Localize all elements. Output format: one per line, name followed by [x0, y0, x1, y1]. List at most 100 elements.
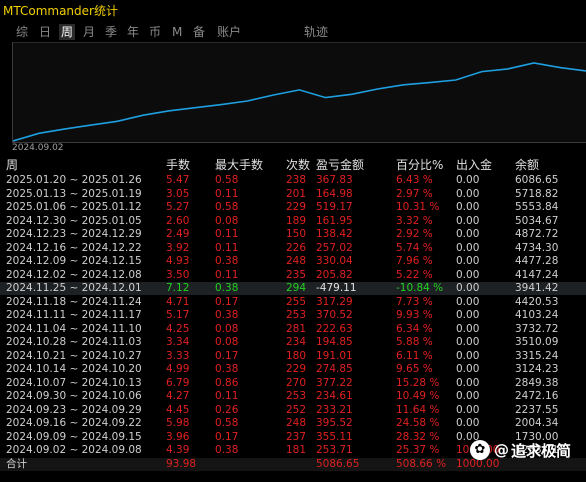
row-pct: -10.84 %: [396, 282, 444, 294]
row-period: 2024.10.14 ~ 2024.10.20: [6, 363, 142, 375]
row-balance: 5034.67: [515, 214, 559, 227]
tab-overview[interactable]: 综: [16, 24, 28, 40]
header-balance[interactable]: 余额: [515, 158, 539, 172]
table-row[interactable]: 2024.12.30 ~ 2025.01.05 2.60 0.08 189 161.95…: [0, 215, 586, 228]
table-row[interactable]: 2024.10.14 ~ 2024.10.20 4.99 0.38 229 274.85…: [0, 363, 586, 376]
tab-m[interactable]: M: [172, 24, 182, 40]
table-row[interactable]: 2024.09.16 ~ 2024.09.22 5.98 0.58 248 395.52…: [0, 417, 586, 430]
table-row[interactable]: 2025.01.20 ~ 2025.01.26 5.47 0.58 238 367.83…: [0, 174, 586, 187]
app-title: MTCommander统计: [3, 4, 118, 18]
row-io: 0.00: [456, 363, 480, 375]
table-row[interactable]: 2024.10.28 ~ 2024.11.03 3.34 0.08 234 194.85…: [0, 336, 586, 349]
table-row[interactable]: 2024.11.04 ~ 2024.11.10 4.25 0.08 281 222.63…: [0, 323, 586, 336]
watermark: ✿ @ 追求极简: [470, 438, 571, 462]
table-row[interactable]: 2024.11.18 ~ 2024.11.24 4.71 0.17 255 317.29…: [0, 296, 586, 309]
header-io[interactable]: 出入金: [456, 158, 492, 172]
header-pct[interactable]: 百分比%: [396, 158, 443, 172]
row-pnl: 330.04: [316, 255, 353, 267]
table-row[interactable]: 2024.11.25 ~ 2024.12.01 7.12 0.38 294 -479.1…: [0, 282, 586, 295]
table-row[interactable]: 2024.11.11 ~ 2024.11.17 5.17 0.38 253 370.52…: [0, 309, 586, 322]
table-row[interactable]: 2024.12.16 ~ 2024.12.22 3.92 0.11 226 257.02…: [0, 242, 586, 255]
row-hands: 3.33: [166, 349, 190, 362]
table-row[interactable]: 2024.09.30 ~ 2024.10.06 4.27 0.11 253 234.61…: [0, 390, 586, 403]
table-row[interactable]: 2025.01.06 ~ 2025.01.12 5.27 0.58 229 519.17…: [0, 201, 586, 214]
table-row[interactable]: 2024.12.02 ~ 2024.12.08 3.50 0.11 235 205.82…: [0, 269, 586, 282]
weibo-icon: ✿: [470, 440, 490, 460]
row-max-hands: 0.38: [215, 363, 239, 375]
table-row[interactable]: 2024.10.07 ~ 2024.10.13 6.79 0.86 270 377.22…: [0, 377, 586, 390]
header-pnl[interactable]: 盈亏金额: [316, 158, 364, 172]
tab-account[interactable]: 账户: [217, 24, 241, 40]
row-max-hands: 0.86: [215, 376, 239, 389]
row-count: 229: [286, 201, 307, 213]
row-io: 0.00: [456, 390, 480, 402]
table-row[interactable]: 2025.01.13 ~ 2025.01.19 3.05 0.11 201 164.98…: [0, 188, 586, 201]
row-pct: 3.32 %: [396, 214, 433, 227]
row-hands: 4.93: [166, 255, 190, 267]
row-count: 180: [286, 349, 307, 362]
row-hands: 4.39: [166, 444, 190, 456]
watermark-text: 追求极简: [511, 441, 572, 460]
row-io: 0.00: [456, 417, 480, 429]
row-pnl: 317.29: [316, 295, 353, 308]
row-balance: 6086.65: [515, 174, 559, 186]
row-io: 0.00: [456, 295, 480, 308]
tab-month[interactable]: 月: [83, 24, 95, 40]
total-pct: 508.66 %: [396, 457, 447, 470]
table-row[interactable]: 2024.12.23 ~ 2024.12.29 2.49 0.11 150 138.42…: [0, 228, 586, 241]
row-count: 234: [286, 336, 307, 348]
row-period: 2024.10.21 ~ 2024.10.27: [6, 349, 142, 362]
tab-day[interactable]: 日: [39, 24, 51, 40]
row-balance: 4477.28: [515, 255, 559, 267]
row-period: 2025.01.06 ~ 2025.01.12: [6, 201, 142, 213]
row-balance: 5553.84: [515, 201, 559, 213]
header-period[interactable]: 周: [6, 158, 18, 172]
table-row[interactable]: 2024.10.21 ~ 2024.10.27 3.33 0.17 180 191.01…: [0, 350, 586, 363]
row-pct: 11.64 %: [396, 403, 440, 416]
tab-bar: 综 日 周 月 季 年 币 M 备 账户 轨迹: [0, 22, 586, 42]
table-row[interactable]: 2024.12.09 ~ 2024.12.15 4.93 0.38 248 330.04…: [0, 255, 586, 268]
tab-track[interactable]: 轨迹: [304, 24, 328, 40]
row-max-hands: 0.58: [215, 174, 239, 186]
tab-year[interactable]: 年: [127, 24, 139, 40]
tab-week[interactable]: 周: [59, 24, 76, 40]
row-pct: 2.92 %: [396, 228, 433, 240]
row-io: 0.00: [456, 241, 480, 254]
row-io: 0.00: [456, 255, 480, 267]
row-io: 0.00: [456, 174, 480, 186]
row-pnl: 234.61: [316, 390, 353, 402]
row-count: 281: [286, 322, 307, 335]
row-balance: 3510.09: [515, 336, 559, 348]
balance-line: [13, 62, 586, 142]
header-hands[interactable]: 手数: [166, 158, 190, 172]
row-max-hands: 0.11: [215, 241, 239, 254]
row-max-hands: 0.11: [215, 187, 239, 200]
row-pnl: 370.52: [316, 309, 353, 321]
row-period: 2024.10.07 ~ 2024.10.13: [6, 376, 142, 389]
balance-chart-svg: [13, 62, 586, 142]
chart-start-date: 2024.09.02: [12, 143, 64, 153]
table-row[interactable]: 2024.09.23 ~ 2024.09.29 4.45 0.26 252 233.21…: [0, 404, 586, 417]
header-count[interactable]: 次数: [286, 158, 310, 172]
row-pnl: 377.22: [316, 376, 353, 389]
row-count: 248: [286, 417, 307, 429]
row-max-hands: 0.38: [215, 255, 239, 267]
row-hands: 4.27: [166, 390, 190, 402]
row-count: 235: [286, 268, 307, 281]
row-hands: 4.99: [166, 363, 190, 375]
tab-quarter[interactable]: 季: [105, 24, 117, 40]
row-count: 253: [286, 309, 307, 321]
header-max-hands[interactable]: 最大手数: [215, 158, 263, 172]
row-max-hands: 0.11: [215, 228, 239, 240]
row-pnl: 355.11: [316, 430, 353, 443]
row-hands: 3.92: [166, 241, 190, 254]
tab-notes[interactable]: 备: [193, 24, 205, 40]
tab-currency[interactable]: 币: [149, 24, 161, 40]
row-hands: 2.60: [166, 214, 190, 227]
row-balance: 4872.72: [515, 228, 559, 240]
row-balance: 4147.24: [515, 268, 559, 281]
row-count: 253: [286, 390, 307, 402]
row-max-hands: 0.38: [215, 444, 239, 456]
row-max-hands: 0.17: [215, 349, 239, 362]
row-pnl: 233.21: [316, 403, 353, 416]
